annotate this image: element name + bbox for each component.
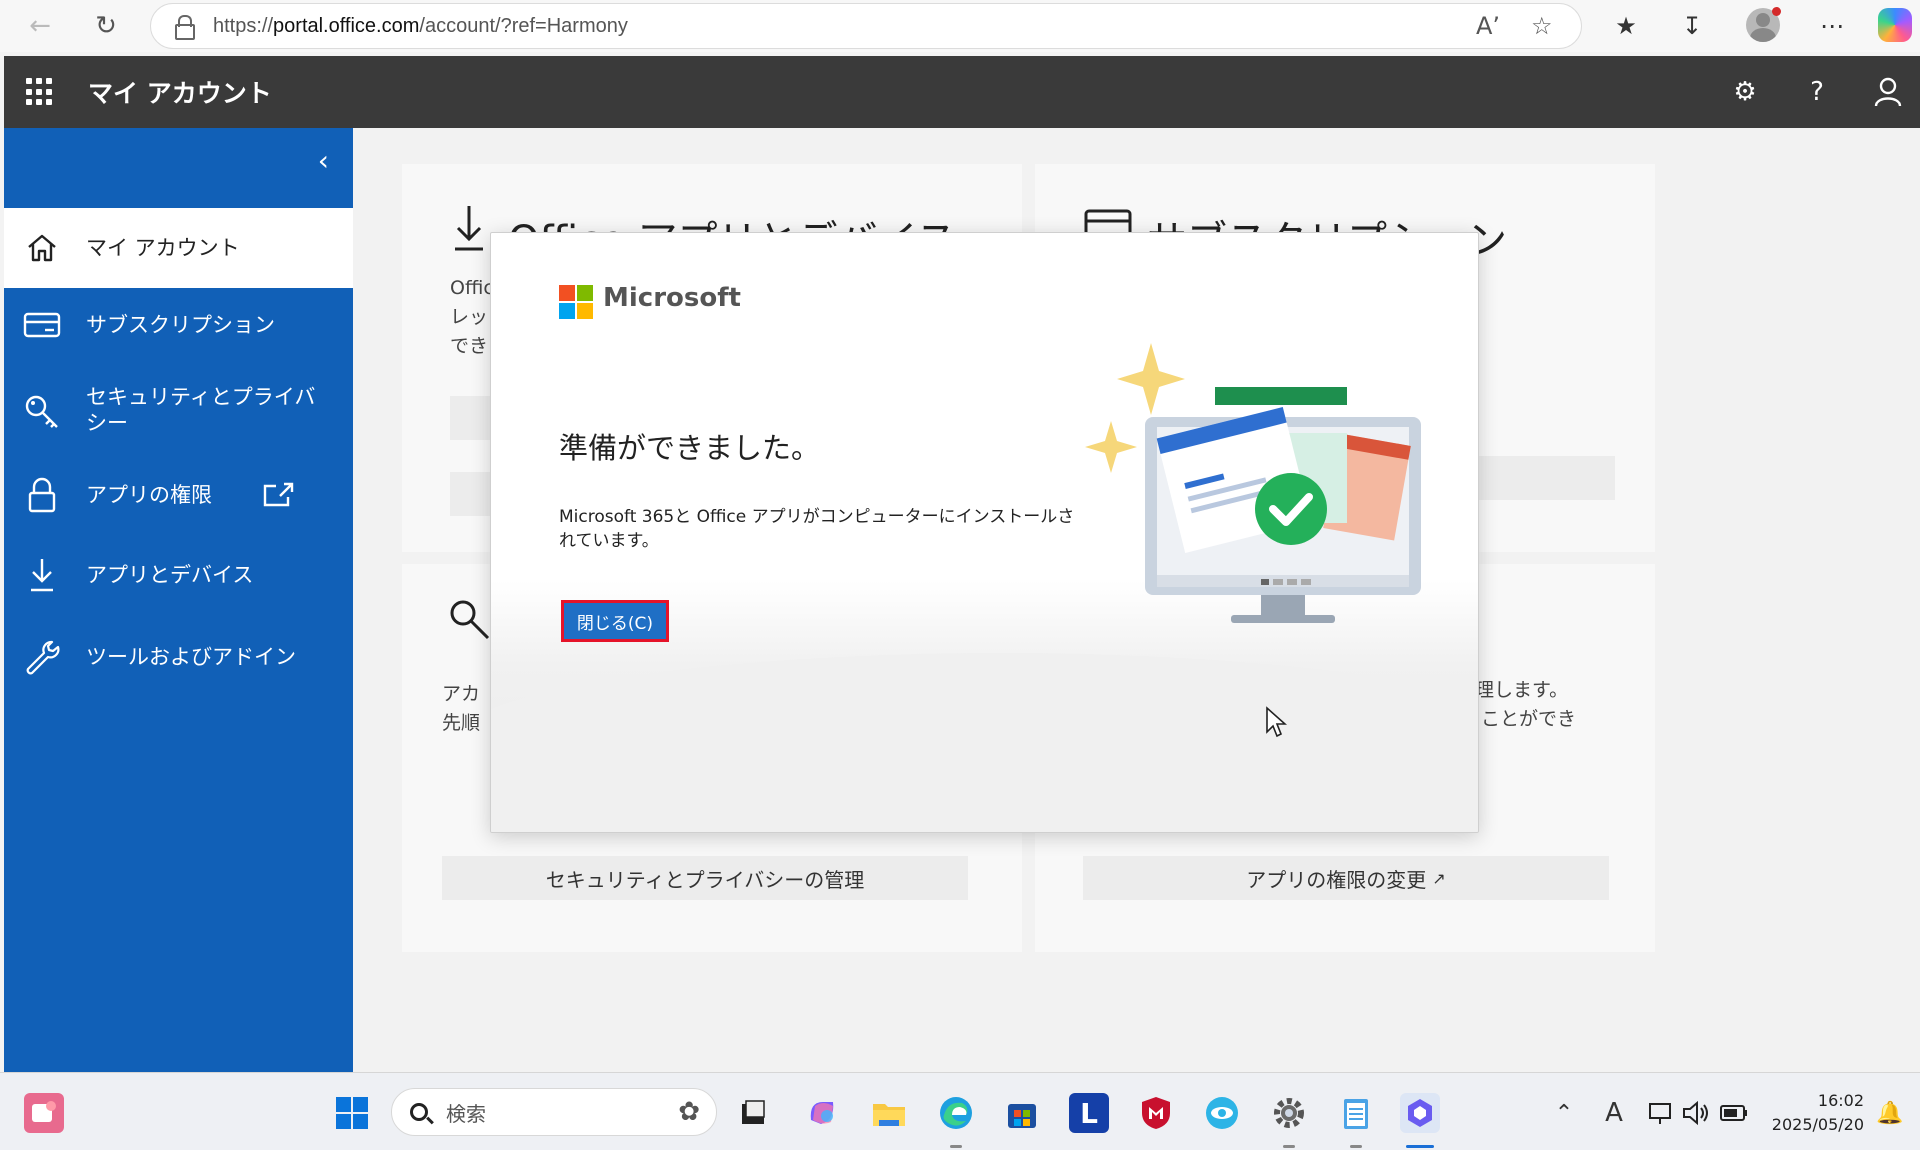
- wrench-icon: [22, 637, 62, 677]
- download-icon[interactable]: ↧: [1672, 6, 1712, 46]
- taskbar-search-input[interactable]: 検索 ✿: [391, 1088, 717, 1136]
- m365-app-icon[interactable]: [1400, 1093, 1440, 1133]
- dialog-body: Microsoft 365と Office アプリがコンピューターにインストール…: [559, 507, 1075, 551]
- copilot-app-icon[interactable]: [802, 1093, 842, 1133]
- ms-store-icon[interactable]: [1002, 1093, 1042, 1133]
- card-action-bar: [450, 396, 490, 440]
- security-manage-button[interactable]: セキュリティとプライバシーの管理: [442, 856, 968, 900]
- settings-gear-icon[interactable]: ⚙: [1725, 72, 1765, 112]
- download-icon: [22, 555, 62, 595]
- notepad-icon[interactable]: [1336, 1093, 1376, 1133]
- sidebar-item-subscriptions[interactable]: サブスクリプション: [4, 292, 353, 358]
- card-text: Offic: [450, 277, 494, 299]
- microsoft-logo-icon: [559, 285, 593, 319]
- network-icon[interactable]: [1640, 1093, 1680, 1133]
- lock-icon: [175, 15, 195, 40]
- bee-highlight-icon: ✿: [678, 1097, 700, 1127]
- favorite-star-icon[interactable]: ☆: [1531, 12, 1553, 40]
- ime-mode-icon[interactable]: A: [1594, 1093, 1634, 1133]
- l-app-icon[interactable]: L: [1069, 1093, 1109, 1133]
- read-aloud-icon[interactable]: A’: [1476, 12, 1500, 40]
- more-menu-icon[interactable]: ⋯: [1812, 6, 1852, 46]
- notification-dot: [1772, 7, 1781, 16]
- card-text: 先順: [442, 712, 481, 734]
- clock-time: 16:02: [1817, 1091, 1864, 1110]
- account-person-icon[interactable]: [1868, 72, 1908, 112]
- widgets-icon[interactable]: [24, 1093, 64, 1133]
- card-action-bar: [1475, 456, 1615, 500]
- edge-browser-icon[interactable]: [936, 1093, 976, 1133]
- card-text: 理します。: [1475, 679, 1569, 701]
- sidebar-item-label: サブスクリプション: [86, 313, 275, 337]
- url-text: https://portal.office.com/account/?ref=H…: [213, 14, 628, 37]
- active-app-indicator: [950, 1145, 962, 1148]
- file-explorer-icon[interactable]: [869, 1093, 909, 1133]
- external-link-icon: [262, 480, 296, 513]
- reload-icon[interactable]: ↻: [86, 6, 126, 46]
- card-icon: [22, 305, 62, 345]
- active-app-indicator: [1283, 1145, 1295, 1148]
- download-icon: [452, 204, 486, 256]
- card-text: ことができ: [1481, 708, 1577, 730]
- search-placeholder: 検索: [446, 1101, 486, 1126]
- button-label: アプリの権限の変更: [1246, 867, 1427, 892]
- card-action-bar: [450, 472, 490, 516]
- active-app-indicator: [1406, 1145, 1434, 1148]
- mouse-cursor-icon: [1266, 706, 1287, 738]
- decorative-wave: [491, 653, 1478, 832]
- card-text: でき: [450, 335, 489, 357]
- search-icon: [410, 1103, 428, 1121]
- card-text: アカ: [442, 683, 481, 705]
- help-icon[interactable]: ?: [1797, 72, 1837, 112]
- back-arrow-icon[interactable]: ←: [20, 6, 60, 46]
- app-header: マイ アカウント ⚙ ?: [4, 56, 1920, 128]
- sidebar-item-label: マイ アカウント: [86, 236, 240, 260]
- eye-app-icon[interactable]: [1202, 1093, 1242, 1133]
- sidebar-item-label: アプリとデバイス: [86, 563, 254, 587]
- key-icon: [448, 598, 492, 646]
- battery-icon[interactable]: [1714, 1093, 1754, 1133]
- lock-icon: [22, 475, 62, 515]
- chevron-up-icon[interactable]: ⌃: [1544, 1093, 1584, 1133]
- notification-bell-icon[interactable]: 🔔: [1870, 1093, 1910, 1133]
- volume-icon[interactable]: [1676, 1093, 1716, 1133]
- sidebar-item-security[interactable]: セキュリティとプライバシー: [4, 368, 353, 454]
- close-button[interactable]: 閉じる(C): [561, 600, 669, 642]
- monitor-illustration-icon: [1085, 343, 1421, 623]
- clock-date: 2025/05/20: [1771, 1115, 1864, 1134]
- sidebar: ‹ マイ アカウント サブスクリプション セキュリティとプライバシー アプリの権…: [4, 128, 353, 1072]
- app-title: マイ アカウント: [88, 79, 272, 108]
- key-icon: [22, 392, 62, 432]
- task-view-icon[interactable]: [733, 1093, 773, 1133]
- sidebar-item-my-account[interactable]: マイ アカウント: [4, 208, 353, 288]
- app-launcher-icon[interactable]: [26, 78, 54, 106]
- mcafee-shield-icon[interactable]: [1136, 1093, 1176, 1133]
- collapse-chevron-icon[interactable]: ‹: [318, 144, 329, 177]
- dialog-title: 準備ができました。: [559, 431, 821, 465]
- sidebar-item-label: ツールおよびアドイン: [86, 645, 296, 669]
- sidebar-item-apps-devices[interactable]: アプリとデバイス: [4, 542, 353, 608]
- favorites-icon[interactable]: ★: [1606, 6, 1646, 46]
- app-permissions-change-button[interactable]: アプリの権限の変更 ↗: [1083, 856, 1609, 900]
- copilot-icon[interactable]: [1878, 8, 1912, 42]
- windows-start-icon[interactable]: [332, 1093, 372, 1133]
- install-complete-dialog: Microsoft 準備ができました。 Microsoft 365と Offic…: [490, 232, 1479, 833]
- microsoft-brand: Microsoft: [603, 283, 741, 313]
- sidebar-item-label: セキュリティとプライバシー: [86, 385, 316, 435]
- sidebar-item-app-permissions[interactable]: アプリの権限: [4, 462, 353, 528]
- active-app-indicator: [1350, 1145, 1362, 1148]
- address-bar[interactable]: https://portal.office.com/account/?ref=H…: [150, 3, 1582, 49]
- sidebar-item-tools-addins[interactable]: ツールおよびアドイン: [4, 624, 353, 690]
- home-icon: [22, 228, 62, 268]
- browser-toolbar: ← ↻ https://portal.office.com/account/?r…: [0, 0, 1920, 52]
- external-link-icon: ↗: [1432, 868, 1446, 888]
- settings-gear-icon[interactable]: [1269, 1093, 1309, 1133]
- taskbar: 検索 ✿ L ⌃ A 16:02 2025/05/20 🔔: [0, 1072, 1920, 1150]
- card-text: レッ: [450, 306, 489, 328]
